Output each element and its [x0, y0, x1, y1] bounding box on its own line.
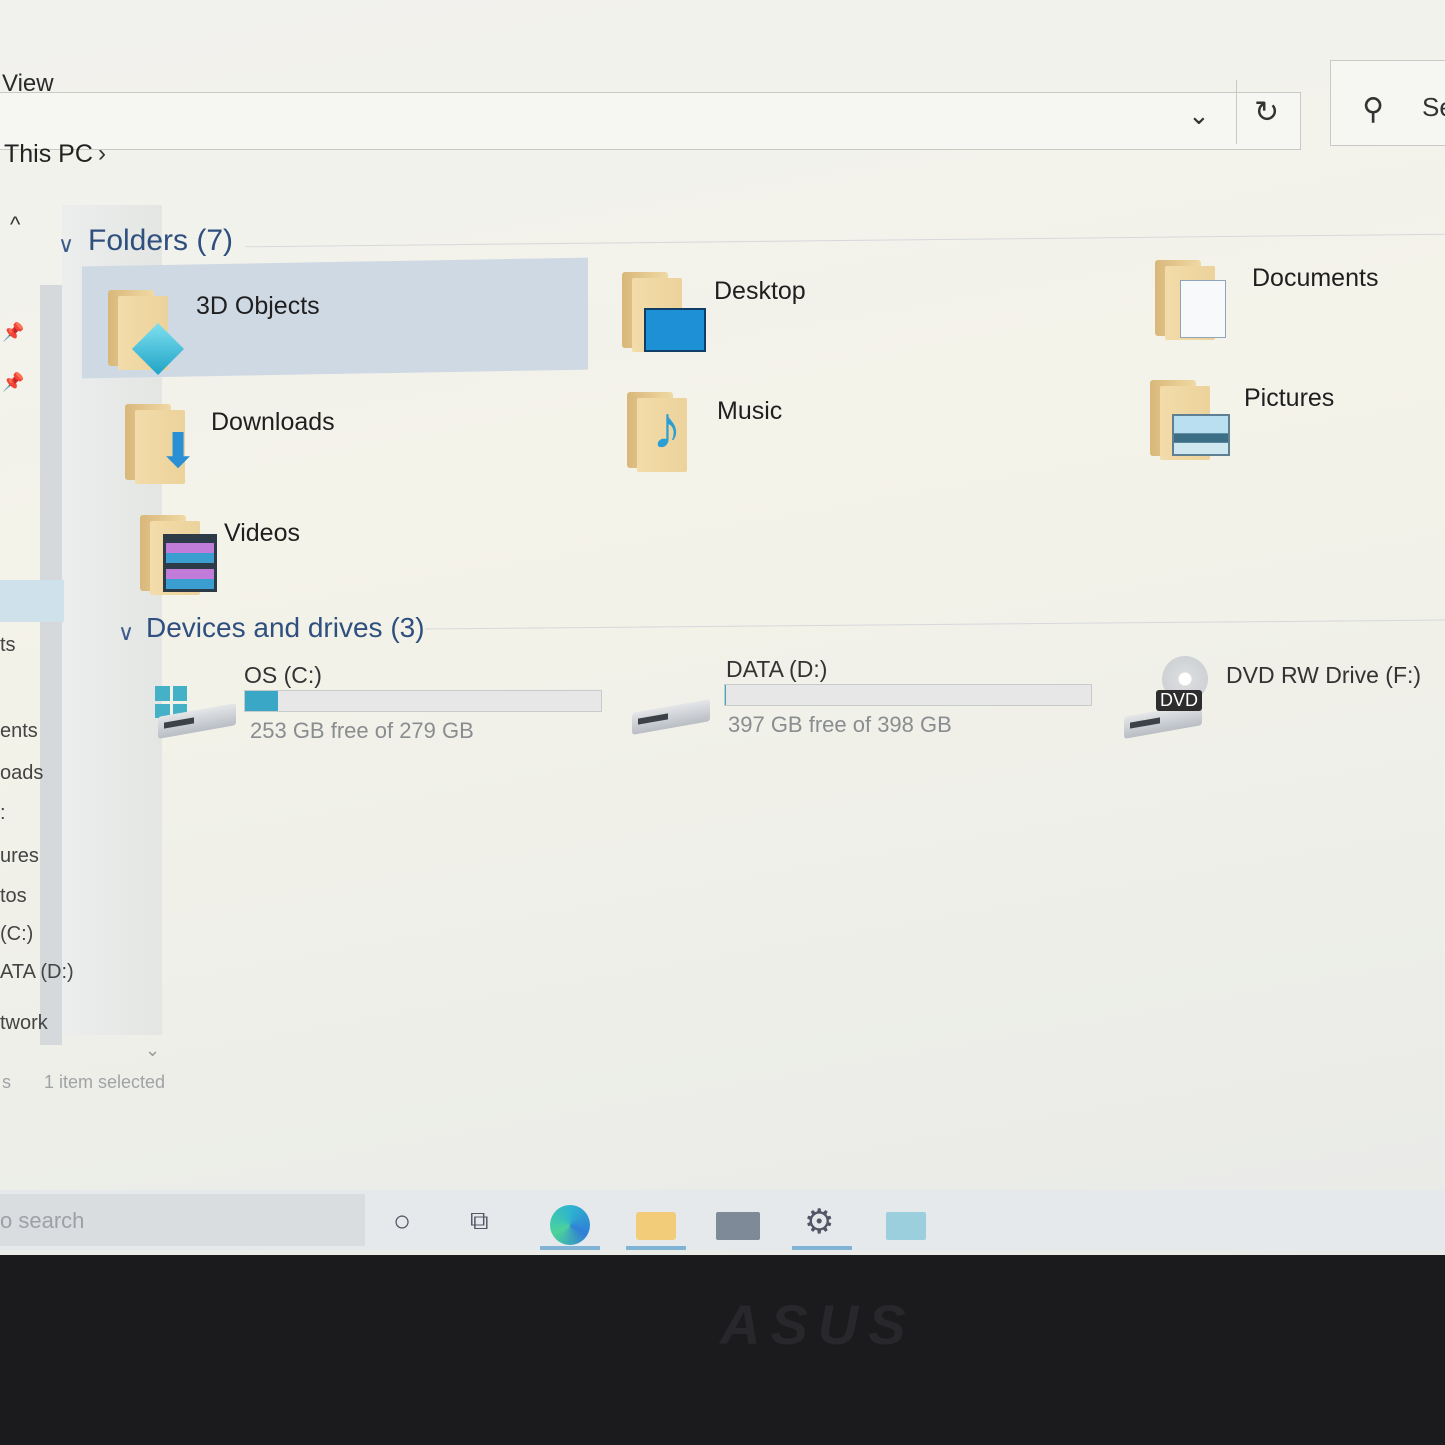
group-divider	[425, 619, 1445, 630]
group-header-devices[interactable]: Devices and drives (3)	[146, 612, 425, 644]
search-icon[interactable]: ⚲	[1362, 92, 1384, 127]
collapse-chevron-icon[interactable]: ∨	[58, 232, 74, 258]
landscape-icon	[1172, 414, 1230, 456]
drive-free-space: 397 GB free of 398 GB	[728, 712, 952, 737]
nav-item-os-c[interactable]: (C:)	[0, 923, 33, 946]
settings-gear-icon[interactable]: ⚙	[804, 1202, 834, 1242]
taskbar-search-placeholder[interactable]: o search	[0, 1208, 84, 1234]
group-divider	[245, 233, 1445, 248]
folder-label: Pictures	[1244, 384, 1335, 412]
down-arrow-icon: ⬇	[158, 425, 199, 478]
breadcrumb-chevron-icon[interactable]: ›	[98, 140, 106, 168]
document-icon	[1180, 280, 1226, 338]
edge-icon[interactable]	[550, 1205, 590, 1245]
drive-usage-fill	[725, 685, 727, 705]
film-icon	[163, 534, 217, 592]
nav-item-documents[interactable]: ents	[0, 720, 38, 743]
running-indicator	[626, 1246, 686, 1250]
nav-item-network[interactable]: twork	[0, 1012, 48, 1035]
running-indicator	[540, 1246, 600, 1250]
drive-label: DATA (D:)	[726, 656, 828, 682]
folder-label: Music	[717, 397, 783, 425]
nav-item[interactable]: ts	[0, 634, 16, 657]
folder-label: Videos	[224, 519, 300, 547]
nav-item-music[interactable]: :	[0, 802, 6, 825]
status-item-count: s	[2, 1072, 11, 1092]
nav-item-videos[interactable]: tos	[0, 885, 27, 908]
music-note-icon: ♪	[652, 394, 682, 461]
collapse-chevron-icon[interactable]: ∨	[118, 620, 134, 646]
photos-icon[interactable]	[886, 1212, 926, 1240]
search-input[interactable]: Se	[1422, 92, 1445, 123]
status-selection: 1 item selected	[44, 1072, 166, 1092]
asus-logo: ASUS	[720, 1293, 916, 1356]
nav-item-downloads[interactable]: oads	[0, 762, 43, 785]
divider	[1236, 80, 1237, 144]
screen: View This PC › ⌄ ↻ ⚲ Se ^ ⌄ 📌 📌 ts ents …	[0, 0, 1445, 1255]
nav-selected-item[interactable]	[0, 580, 64, 622]
group-header-folders[interactable]: Folders (7)	[88, 224, 233, 258]
drive-usage-bar	[724, 684, 1092, 706]
dvd-badge: DVD	[1156, 690, 1203, 711]
task-view-icon[interactable]: ⧉	[470, 1205, 489, 1237]
drive-free-space: 253 GB free of 279 GB	[250, 718, 474, 743]
mail-icon[interactable]	[716, 1212, 760, 1240]
folder-label: Downloads	[211, 408, 335, 436]
file-explorer-icon[interactable]	[636, 1212, 676, 1240]
drive-label: OS (C:)	[244, 662, 322, 688]
hard-drive-icon	[158, 700, 238, 739]
address-bar[interactable]	[0, 92, 1301, 150]
drive-usage-bar	[244, 690, 602, 712]
nav-pane-scrollbar[interactable]	[40, 285, 62, 1045]
nav-item-data-d[interactable]: ATA (D:)	[0, 961, 74, 984]
drive-label: DVD RW Drive (F:)	[1226, 662, 1422, 688]
running-indicator	[792, 1246, 852, 1250]
scroll-up-icon[interactable]: ^	[10, 212, 20, 238]
folder-label: Documents	[1252, 264, 1379, 292]
drive-usage-fill	[245, 691, 279, 711]
folder-label: Desktop	[714, 277, 806, 305]
pin-icon: 📌	[2, 322, 25, 342]
address-dropdown-icon[interactable]: ⌄	[1188, 100, 1210, 131]
pin-icon: 📌	[2, 372, 25, 392]
nav-item-pictures[interactable]: ures	[0, 845, 39, 868]
folder-label: 3D Objects	[196, 292, 320, 320]
scroll-down-icon[interactable]: ⌄	[145, 1040, 160, 1061]
refresh-icon[interactable]: ↻	[1254, 95, 1279, 130]
cortana-circle-icon[interactable]: ○	[393, 1205, 411, 1239]
breadcrumb-this-pc[interactable]: This PC	[4, 140, 93, 169]
monitor-icon	[644, 308, 706, 352]
hard-drive-icon	[632, 696, 712, 735]
